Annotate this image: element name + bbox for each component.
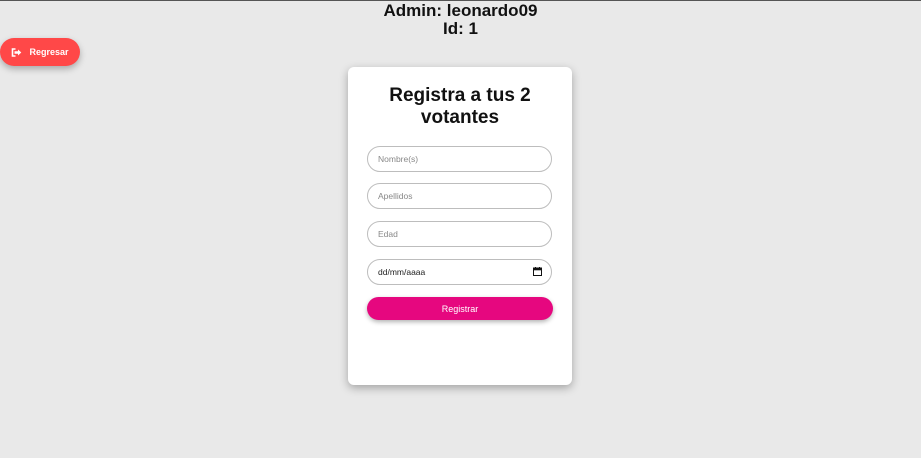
fecha-input[interactable]: dd/mm/aaaa — [367, 259, 552, 285]
apellidos-input[interactable] — [367, 183, 552, 209]
nombre-input[interactable] — [367, 146, 552, 172]
admin-name: Admin: leonardo09 — [383, 1, 538, 20]
form-title: Registra a tus 2 votantes — [389, 85, 531, 128]
sign-out-icon — [11, 47, 22, 57]
fecha-input-value: dd/mm/aaaa — [378, 267, 426, 277]
registrar-button[interactable]: Registrar — [367, 297, 553, 320]
registration-card: Registra a tus 2 votantes dd/mm/aaaa Reg… — [348, 67, 572, 385]
page-header: Admin: leonardo09 Id: 1 — [0, 2, 921, 38]
admin-id: Id: 1 — [443, 19, 478, 38]
edad-input[interactable] — [367, 221, 552, 247]
calendar-icon[interactable] — [533, 266, 542, 278]
back-button[interactable]: Regresar — [0, 38, 80, 66]
back-button-label: Regresar — [29, 47, 69, 57]
